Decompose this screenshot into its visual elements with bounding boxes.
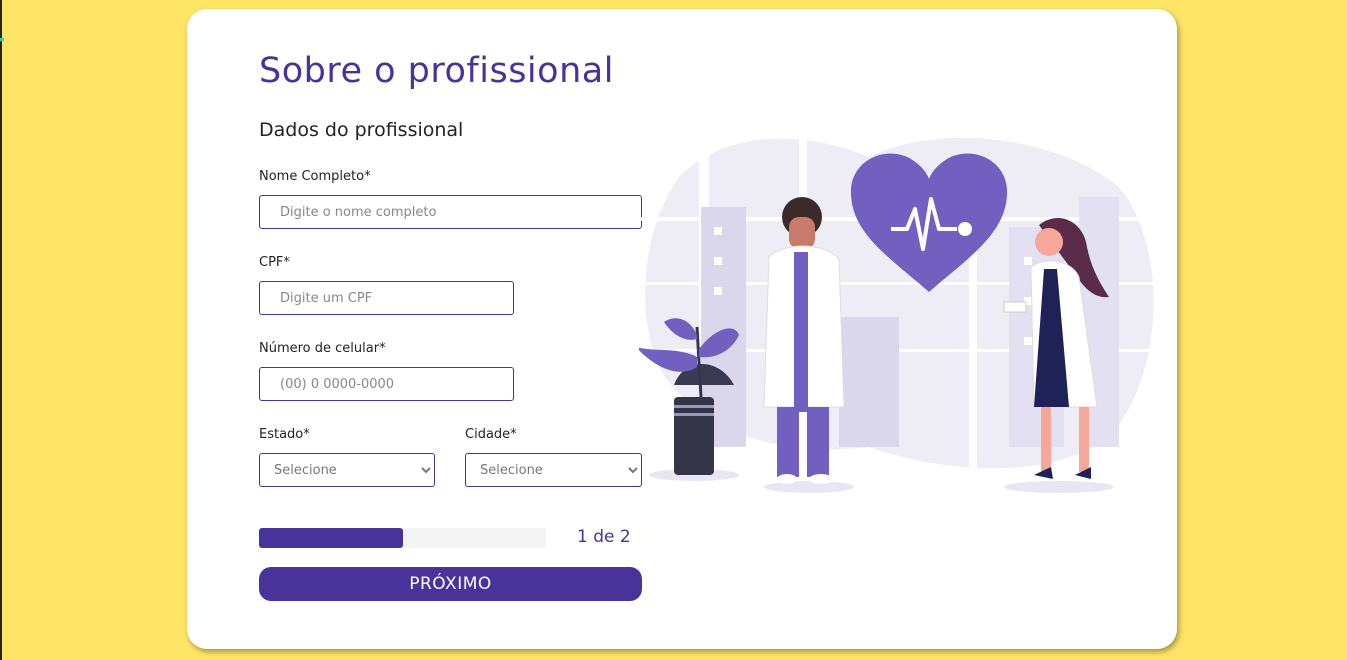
cpf-label: CPF* (259, 255, 290, 270)
city-select[interactable]: Selecione (465, 453, 642, 487)
left-edge-mark (0, 38, 4, 41)
state-select[interactable]: Selecione (259, 453, 435, 487)
progress-bar (259, 528, 546, 548)
phone-label: Número de celular* (259, 341, 386, 356)
next-button[interactable]: PRÓXIMO (259, 567, 642, 601)
state-label: Estado* (259, 427, 310, 442)
cpf-input[interactable] (259, 281, 514, 315)
page-title: Sobre o profissional (259, 51, 614, 91)
left-edge (0, 0, 2, 660)
city-label: Cidade* (465, 427, 517, 442)
doctors-illustration (639, 127, 1159, 493)
progress-bar-fill (259, 528, 403, 548)
phone-input[interactable] (259, 367, 514, 401)
full-name-input[interactable] (259, 195, 642, 229)
section-title: Dados do profissional (259, 119, 464, 141)
progress-step-text: 1 de 2 (577, 527, 631, 547)
name-label: Nome Completo* (259, 169, 371, 184)
form-card: Sobre o profissional Dados do profission… (187, 9, 1177, 649)
